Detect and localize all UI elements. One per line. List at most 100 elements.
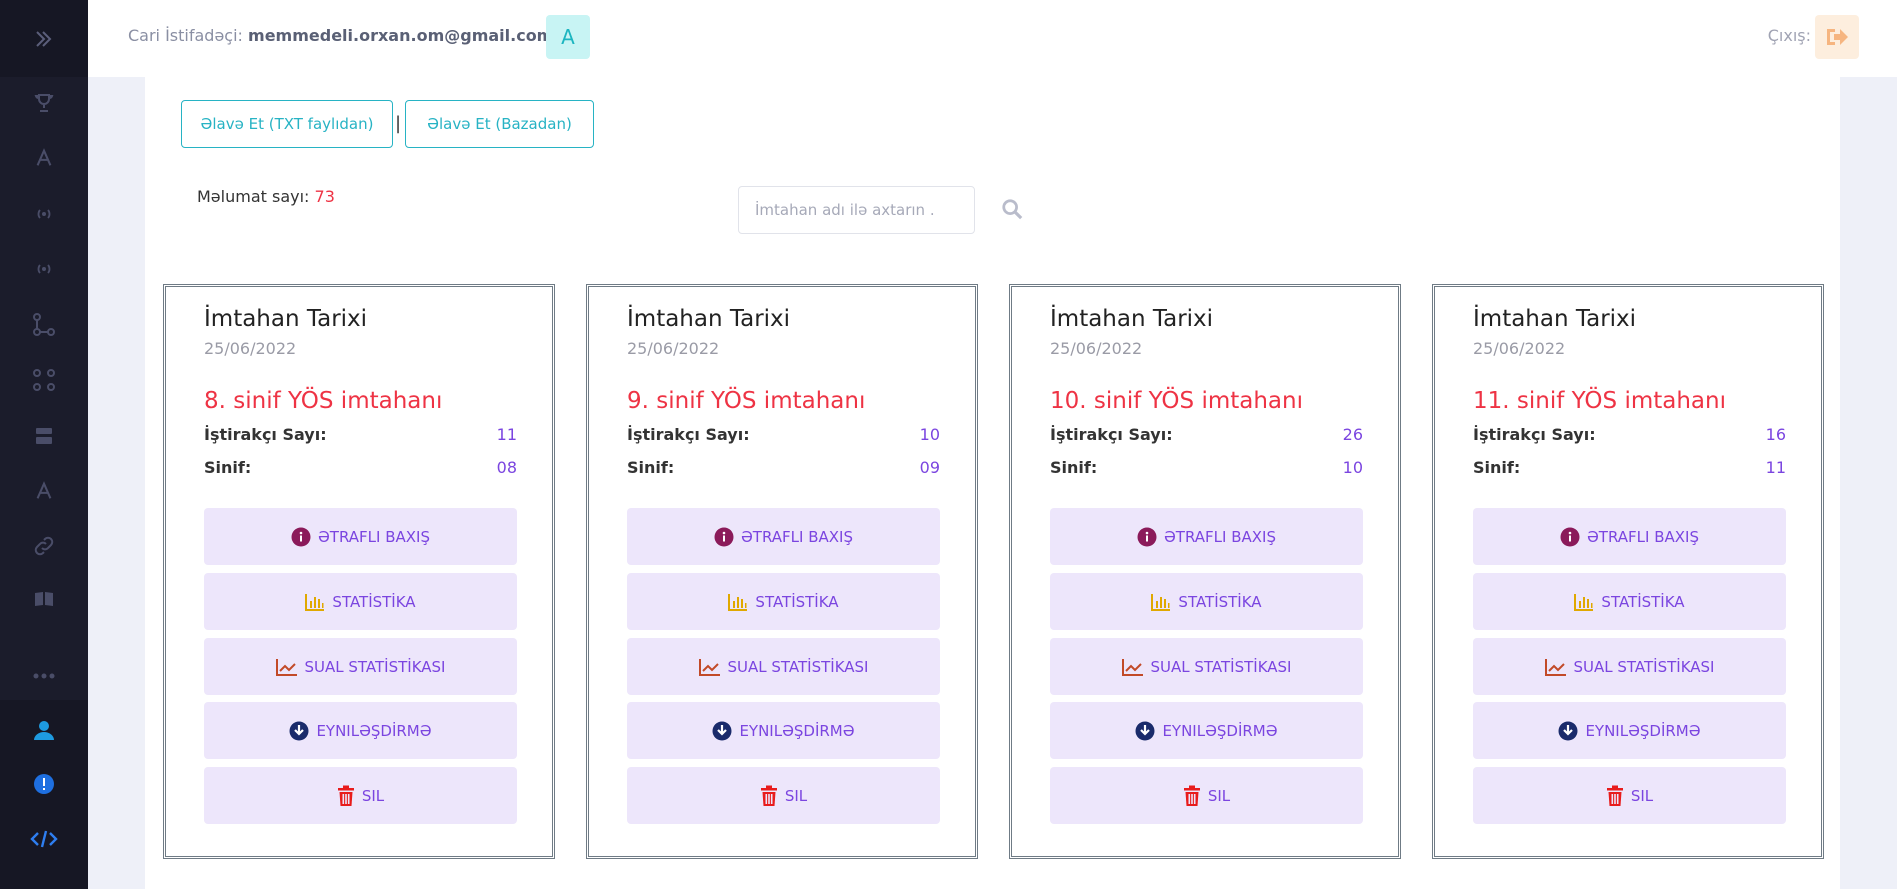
participants-value: 26 [1342,425,1363,444]
search-icon [1002,199,1023,220]
exam-date: 25/06/2022 [1050,339,1143,358]
alert-icon[interactable] [0,766,88,802]
apps-icon[interactable] [0,362,88,398]
record-count-value: 73 [314,187,335,206]
statistics-label: STATİSTİKA [1178,592,1262,611]
top-header: Cari İstifadəçi: memmedeli.orxan.om@gmai… [88,0,1897,77]
avatar[interactable]: A [546,15,590,59]
broadcast-icon[interactable] [0,196,88,232]
details-button[interactable]: ƏTRAFLI BAXIŞ [1473,508,1786,565]
delete-button[interactable]: SIL [204,767,517,824]
record-count: Məlumat sayı: 73 [197,187,335,206]
bar-chart-icon [1151,593,1171,611]
question-stats-label: SUAL STATİSTİKASI [1573,657,1715,676]
trash-icon [1606,785,1623,806]
sidebar-toggle[interactable] [0,0,88,77]
question-stats-label: SUAL STATİSTİKASI [727,657,869,676]
font-icon[interactable] [0,140,88,176]
question-stats-button[interactable]: SUAL STATİSTİKASI [627,638,940,695]
book-icon[interactable] [0,581,88,617]
record-count-label: Məlumat sayı: [197,187,310,206]
details-button[interactable]: ƏTRAFLI BAXIŞ [1050,508,1363,565]
search-input[interactable] [738,186,975,234]
more-icon[interactable] [0,658,88,694]
details-button[interactable]: ƏTRAFLI BAXIŞ [204,508,517,565]
sync-button[interactable]: EYNILƏŞDİRMƏ [1473,702,1786,759]
exam-date: 25/06/2022 [1473,339,1566,358]
link-icon[interactable] [0,528,88,564]
delete-label: SIL [361,786,385,805]
class-row: Sinif: 10 [1050,458,1363,477]
exam-date-label: İmtahan Tarixi [1473,306,1637,332]
toolbar-separator: | [395,113,402,134]
exam-date-label: İmtahan Tarixi [1050,306,1214,332]
logout-label: Çıxış: [1767,26,1811,45]
broadcast-icon-2[interactable] [0,251,88,287]
class-value: 10 [1342,458,1363,477]
details-button[interactable]: ƏTRAFLI BAXIŞ [627,508,940,565]
font-icon-2[interactable] [0,473,88,509]
participants-value: 16 [1765,425,1786,444]
trash-icon [1183,785,1200,806]
info-icon [714,527,734,546]
exam-card: İmtahan Tarixi 25/06/2022 11. sinif YÖS … [1432,284,1824,859]
details-label: ƏTRAFLI BAXIŞ [1587,527,1699,546]
statistics-button[interactable]: STATİSTİKA [627,573,940,630]
participants-row: İştirakçı Sayı: 11 [204,425,517,444]
line-chart-icon [1544,658,1566,676]
delete-button[interactable]: SIL [1473,767,1786,824]
sign-out-icon [1827,29,1848,45]
exam-title: 9. sinif YÖS imtahanı [627,388,866,414]
participants-label: İştirakçı Sayı: [1473,425,1596,444]
nodes-icon[interactable] [0,307,88,343]
exam-date-label: İmtahan Tarixi [627,306,791,332]
question-stats-button[interactable]: SUAL STATİSTİKASI [1473,638,1786,695]
line-chart-icon [1121,658,1143,676]
question-stats-label: SUAL STATİSTİKASI [1150,657,1292,676]
exam-date-label: İmtahan Tarixi [204,306,368,332]
details-label: ƏTRAFLI BAXIŞ [318,527,430,546]
sync-label: EYNILƏŞDİRMƏ [1162,721,1278,740]
add-from-txt-button[interactable]: Əlavə Et (TXT faylıdan) [181,100,393,148]
question-stats-button[interactable]: SUAL STATİSTİKASI [1050,638,1363,695]
logout-button[interactable] [1815,15,1859,59]
info-icon [1137,527,1157,546]
statistics-label: STATİSTİKA [332,592,416,611]
sync-label: EYNILƏŞDİRMƏ [739,721,855,740]
statistics-button[interactable]: STATİSTİKA [204,573,517,630]
sync-button[interactable]: EYNILƏŞDİRMƏ [627,702,940,759]
participants-label: İştirakçı Sayı: [627,425,750,444]
statistics-button[interactable]: STATİSTİKA [1473,573,1786,630]
search-button[interactable] [999,196,1025,222]
delete-button[interactable]: SIL [627,767,940,824]
participants-label: İştirakçı Sayı: [1050,425,1173,444]
code-icon[interactable] [0,821,88,857]
delete-button[interactable]: SIL [1050,767,1363,824]
statistics-button[interactable]: STATİSTİKA [1050,573,1363,630]
class-row: Sinif: 11 [1473,458,1786,477]
user-icon[interactable] [0,712,88,748]
trophy-icon[interactable] [0,85,88,121]
trash-icon [760,785,777,806]
exam-card: İmtahan Tarixi 25/06/2022 9. sinif YÖS i… [586,284,978,859]
class-row: Sinif: 09 [627,458,940,477]
add-from-db-button[interactable]: Əlavə Et (Bazadan) [405,100,594,148]
participants-value: 10 [919,425,940,444]
exam-card: İmtahan Tarixi 25/06/2022 8. sinif YÖS i… [163,284,555,859]
class-value: 08 [496,458,517,477]
server-icon[interactable] [0,418,88,454]
question-stats-label: SUAL STATİSTİKASI [304,657,446,676]
details-label: ƏTRAFLI BAXIŞ [741,527,853,546]
sync-button[interactable]: EYNILƏŞDİRMƏ [1050,702,1363,759]
current-user-email: memmedeli.orxan.om@gmail.com [248,26,554,45]
class-value: 11 [1765,458,1786,477]
download-circle-icon [289,721,309,740]
trash-icon [337,785,354,806]
exam-title: 8. sinif YÖS imtahanı [204,388,443,414]
class-label: Sinif: [1050,458,1098,477]
sync-button[interactable]: EYNILƏŞDİRMƏ [204,702,517,759]
question-stats-button[interactable]: SUAL STATİSTİKASI [204,638,517,695]
exam-title: 11. sinif YÖS imtahanı [1473,388,1726,414]
statistics-label: STATİSTİKA [755,592,839,611]
participants-value: 11 [496,425,517,444]
